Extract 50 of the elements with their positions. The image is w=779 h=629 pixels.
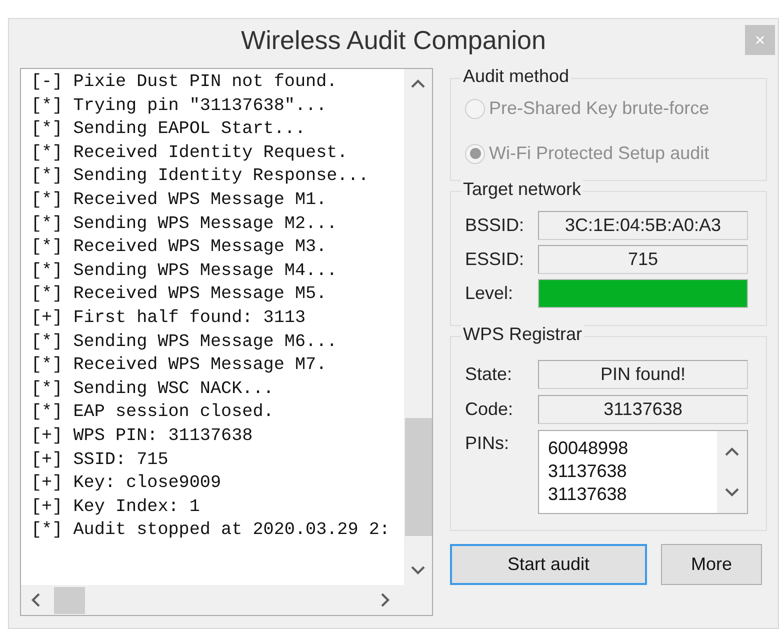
scroll-up-icon[interactable] xyxy=(411,79,425,88)
vertical-scrollbar[interactable] xyxy=(404,69,432,585)
field-label: Code: xyxy=(465,398,514,421)
log-line: [+] Key: close9009 xyxy=(31,472,222,496)
log-line: [-] Pixie Dust PIN not found. xyxy=(31,71,338,94)
log-line: [*] Trying pin "31137638"... xyxy=(31,94,328,118)
field-label: BSSID: xyxy=(465,214,524,237)
log-line: [+] SSID: 715 xyxy=(31,448,170,472)
horizontal-scrollbar[interactable] xyxy=(21,585,432,615)
log-line: [*] Sending Identity Response... xyxy=(31,165,370,188)
scroll-up-icon[interactable] xyxy=(725,447,739,456)
readonly-field: 31137638 xyxy=(538,395,748,424)
action-button[interactable]: More xyxy=(661,544,762,585)
window-title: Wireless Audit Companion xyxy=(241,24,546,56)
log-line: [*] Received Identity Request. xyxy=(31,142,349,165)
readonly-field: PIN found! xyxy=(538,360,748,389)
scroll-down-icon[interactable] xyxy=(725,488,739,497)
pin-item[interactable]: 60048998 xyxy=(548,437,717,460)
log-line: [*] Sending WSC NACK... xyxy=(31,378,275,401)
log-line: [*] Sending EAPOL Start... xyxy=(31,118,307,142)
log-line: [*] Audit stopped at 2020.03.29 2: xyxy=(31,519,391,542)
scrollbar-thumb[interactable] xyxy=(54,586,85,614)
log-line: [+] Key Index: 1 xyxy=(31,496,201,519)
scroll-down-icon[interactable] xyxy=(411,566,425,575)
readonly-field: 715 xyxy=(538,245,748,274)
field-label: Level: xyxy=(465,282,514,305)
log-line: [*] Received WPS Message M1. xyxy=(31,188,328,212)
scroll-left-icon[interactable] xyxy=(31,593,40,607)
readonly-field: 3C:1E:04:5B:A0:A3 xyxy=(538,211,748,240)
action-button[interactable]: Start audit xyxy=(450,544,647,585)
log-line: [*] Sending WPS Message M6... xyxy=(31,330,338,354)
field-label: PINs: xyxy=(465,432,510,455)
scroll-right-icon[interactable] xyxy=(381,593,390,607)
log-line: [+] WPS PIN: 31137638 xyxy=(31,424,254,448)
field-label: State: xyxy=(465,363,512,386)
log-line: [*] EAP session closed. xyxy=(31,401,275,424)
scrollbar-thumb[interactable] xyxy=(405,418,432,536)
log-line: [*] Received WPS Message M5. xyxy=(31,283,328,306)
log-line: [*] Received WPS Message M3. xyxy=(31,236,328,260)
log-line: [*] Sending WPS Message M4... xyxy=(31,260,338,283)
log-line: [*] Received WPS Message M7. xyxy=(31,354,328,378)
group-title: Target network xyxy=(461,178,584,200)
list-scrollbar[interactable] xyxy=(717,431,747,513)
pin-item[interactable]: 31137638 xyxy=(548,460,717,483)
group-title: WPS Registrar xyxy=(461,323,584,345)
field-label: ESSID: xyxy=(465,248,524,271)
pin-item[interactable]: 31137638 xyxy=(548,483,717,506)
log-line: [+] First half found: 3113 xyxy=(31,306,307,330)
pins-list[interactable]: 60048998 31137638 31137638 xyxy=(538,430,748,514)
log-line: [*] Sending WPS Message M2... xyxy=(31,212,338,236)
